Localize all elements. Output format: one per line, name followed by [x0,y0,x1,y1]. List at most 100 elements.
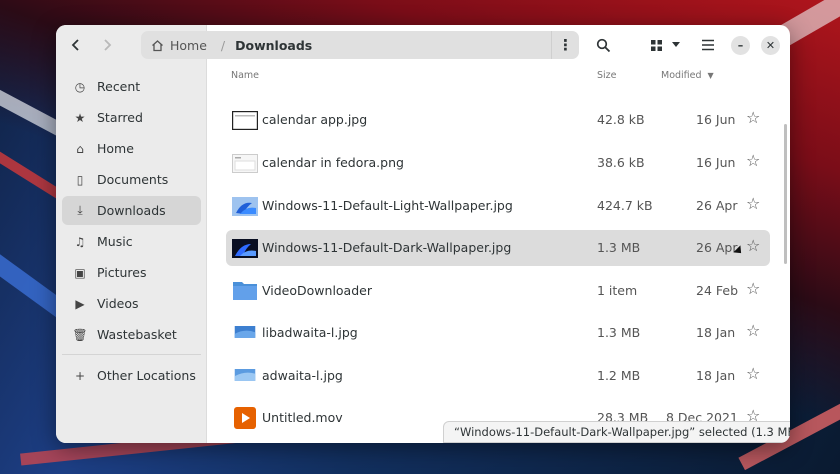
sidebar-item-label: Home [97,141,134,156]
picture-icon: ▣ [74,265,86,280]
home-icon: ⌂ [76,141,84,156]
headerbar: Home / Downloads ⋮ – ✕ [56,25,790,66]
star-toggle-icon[interactable]: ☆ [746,108,760,127]
star-toggle-icon[interactable]: ☆ [746,364,760,383]
selection-status-bar: “Windows-11-Default-Dark-Wallpaper.jpg” … [443,421,790,443]
column-header-modified[interactable]: Modified ▼ [661,70,714,81]
path-separator: / [220,37,226,53]
calendar-thumbnail [232,154,258,173]
sort-descending-icon: ▼ [707,71,714,80]
music-icon: ♫ [74,234,86,249]
column-header-name[interactable]: Name [231,70,259,81]
file-list: Name Size Modified ▼ calendar app.jpg 42.… [207,66,790,443]
file-name: calendar in fedora.png [262,155,404,170]
sidebar-item-wastebasket[interactable]: 🗑 Wastebasket [62,320,201,349]
files-window: ◷ Recent ★ Starred ⌂ Home ▯ Documents ⤓ Downl… [56,25,790,443]
wallpaper-light-thumbnail [232,197,258,216]
star-icon: ★ [74,110,86,125]
search-button[interactable] [589,31,617,59]
sidebar-list: ◷ Recent ★ Starred ⌂ Home ▯ Documents ⤓ Downl… [62,72,201,392]
file-modified: 16 Jun [696,155,736,170]
scrollbar[interactable] [784,124,787,264]
file-row[interactable]: VideoDownloader 1 item 24 Feb ☆ [226,273,770,309]
file-name: calendar app.jpg [262,112,368,127]
file-name: Untitled.mov [262,410,343,425]
document-icon: ▯ [76,172,84,187]
file-name: Windows-11-Default-Dark-Wallpaper.jpg [262,240,512,255]
folder-icon [233,282,257,300]
view-options-button[interactable] [666,31,686,59]
file-size: 1.3 MB [597,325,641,340]
file-row-selected[interactable]: Windows-11-Default-Dark-Wallpaper.jpg 1.… [226,230,770,266]
plus-icon: + [74,368,86,383]
home-icon [152,39,163,51]
video-icon: ▶ [75,296,85,311]
file-row[interactable]: calendar in fedora.png 38.6 kB 16 Jun ☆ [226,145,770,181]
sidebar-item-label: Recent [97,79,141,94]
sidebar-item-label: Other Locations [97,368,196,383]
back-button[interactable] [62,31,90,59]
star-toggle-icon[interactable]: ☆ [746,321,760,340]
sidebar-item-label: Documents [97,172,169,187]
forward-button[interactable] [93,31,121,59]
chevron-down-icon [672,42,680,47]
minimize-button[interactable]: – [731,36,750,55]
sidebar-item-home[interactable]: ⌂ Home [62,134,201,163]
column-header-size[interactable]: Size [597,70,617,81]
file-modified: 18 Jan [696,368,736,383]
chevron-left-icon [71,39,79,51]
sidebar-item-label: Music [97,234,133,249]
file-modified: 18 Jan [696,325,736,340]
folder-menu-button[interactable]: ⋮ [551,31,579,59]
chevron-right-icon [104,39,112,51]
sidebar-item-pictures[interactable]: ▣ Pictures [62,258,201,287]
hamburger-menu-icon [702,39,714,51]
file-size: 1 item [597,283,638,298]
file-name: libadwaita-l.jpg [262,325,358,340]
sidebar-divider [62,354,201,355]
star-toggle-icon[interactable]: ☆ [746,194,760,213]
download-icon: ⤓ [77,203,83,217]
sidebar-item-documents[interactable]: ▯ Documents [62,165,201,194]
file-modified: 26 Apr [696,198,738,213]
trash-icon: 🗑 [72,327,88,342]
file-size: 1.2 MB [597,368,641,383]
star-toggle-icon[interactable]: ☆ [746,151,760,170]
file-modified: 26 Apr [696,240,738,255]
path-home-button[interactable]: Home [151,38,207,53]
file-row[interactable]: calendar app.jpg 42.8 kB 16 Jun ☆ [226,102,770,138]
sidebar-item-videos[interactable]: ▶ Videos [62,289,201,318]
file-size: 42.8 kB [597,112,645,127]
file-name: Windows-11-Default-Light-Wallpaper.jpg [262,198,513,213]
file-row[interactable]: adwaita-l.jpg 1.2 MB 18 Jan ☆ [226,358,770,394]
wallpaper-dark-thumbnail [232,239,258,258]
sidebar-item-label: Starred [97,110,143,125]
sidebar-item-recent[interactable]: ◷ Recent [62,72,201,101]
sidebar-item-label: Videos [97,296,139,311]
file-modified: 16 Jun [696,112,736,127]
sidebar-item-label: Pictures [97,265,147,280]
search-icon [596,38,610,52]
clock-icon: ◷ [74,79,86,94]
star-toggle-icon[interactable]: ☆ [746,236,760,255]
file-row[interactable]: libadwaita-l.jpg 1.3 MB 18 Jan ☆ [226,315,770,351]
video-file-icon [234,407,256,429]
column-header-modified-label: Modified [661,70,702,81]
sidebar-item-starred[interactable]: ★ Starred [62,103,201,132]
file-size: 1.3 MB [597,240,641,255]
wallpaper-thumbnail [234,326,256,338]
sidebar-item-label: Downloads [97,203,166,218]
sidebar: ◷ Recent ★ Starred ⌂ Home ▯ Documents ⤓ Downl… [56,25,207,443]
file-name: VideoDownloader [262,283,372,298]
list-header: Name Size Modified ▼ [207,66,790,94]
sidebar-item-music[interactable]: ♫ Music [62,227,201,256]
file-row[interactable]: Windows-11-Default-Light-Wallpaper.jpg 4… [226,188,770,224]
close-button[interactable]: ✕ [761,36,780,55]
pathbar: Home / Downloads ⋮ [141,31,579,59]
main-menu-button[interactable] [694,31,722,59]
sidebar-item-other-locations[interactable]: + Other Locations [62,361,201,390]
file-size: 424.7 kB [597,198,653,213]
path-current-folder[interactable]: Downloads [235,38,312,53]
star-toggle-icon[interactable]: ☆ [746,279,760,298]
sidebar-item-downloads[interactable]: ⤓ Downloads [62,196,201,225]
